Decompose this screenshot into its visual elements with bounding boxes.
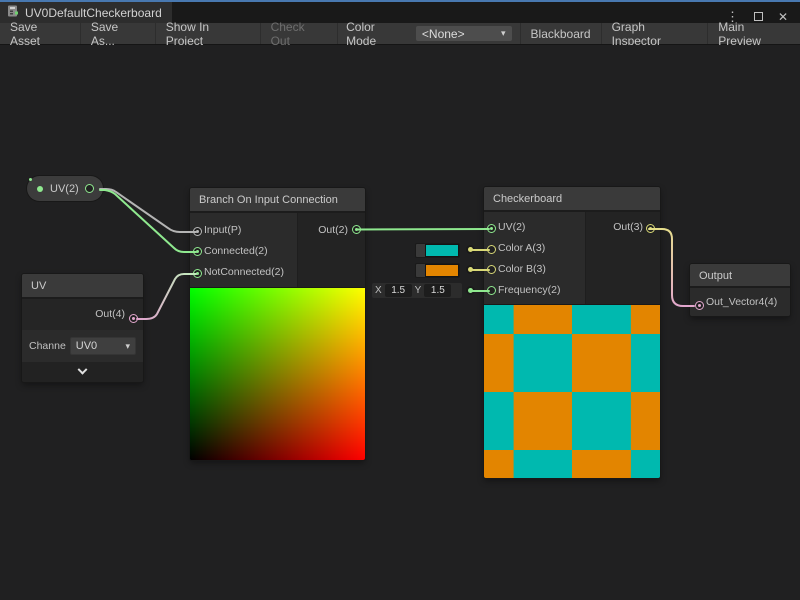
main-preview-button[interactable]: Main Preview — [707, 23, 800, 44]
color-mode-value: <None> — [422, 27, 465, 41]
checkerboard-node[interactable]: Checkerboard UV(2) Color A(3) Color B(3)… — [484, 187, 660, 478]
uv2-pill-label: UV(2) — [50, 183, 79, 195]
check-out-button[interactable]: Check Out — [261, 23, 339, 44]
graph-toolbar: Save Asset Save As... Show In Project Ch… — [0, 23, 800, 45]
uv-node[interactable]: UV Out(4) Channe UV0 ▾ — [22, 274, 143, 382]
uv2-pill-output-port[interactable] — [85, 184, 94, 193]
uv-collapse-button[interactable] — [22, 362, 143, 382]
checkerboard-inputs: UV(2) Color A(3) Color B(3) Frequency(2) — [484, 212, 586, 304]
branch-node-body: Input(P) Connected(2) NotConnected(2) Ou… — [190, 213, 365, 287]
frequency-y-field[interactable]: 1.5 — [424, 284, 451, 297]
checkerboard-input-row: Color A(3) — [484, 238, 585, 259]
uv-channel-label: Channe — [29, 340, 66, 352]
color-mode-dropdown[interactable]: <None> ▾ — [416, 26, 512, 41]
checkerboard-input-row: Color B(3) — [484, 259, 585, 280]
graph-canvas[interactable]: UV(2) Branch On Input Connection Input(P… — [0, 45, 800, 600]
frequency-x-field[interactable]: 1.5 — [385, 284, 412, 297]
wire-branch-to-checkerboard[interactable] — [357, 229, 489, 230]
uv-node-output-label: Out(4) — [22, 299, 143, 330]
checkerboard-input-row: UV(2) — [484, 217, 585, 238]
color-mode-label: Color Mode — [338, 23, 416, 44]
uv-channel-value: UV0 — [76, 340, 97, 352]
frequency-widget: X 1.5 Y 1.5 — [372, 283, 462, 298]
uv-channel-dropdown[interactable]: UV0 ▾ — [70, 337, 136, 355]
branch-node[interactable]: Branch On Input Connection Input(P) Conn… — [190, 188, 365, 460]
output-node[interactable]: Output Out_Vector4(4) — [690, 264, 790, 316]
branch-input-row: Connected(2) — [190, 241, 297, 262]
output-vector4-port[interactable] — [695, 301, 704, 310]
uv-channel-row: Channe UV0 ▾ — [22, 330, 143, 362]
blackboard-button[interactable]: Blackboard — [520, 23, 601, 44]
graph-inspector-button[interactable]: Graph Inspector — [601, 23, 708, 44]
show-in-project-button[interactable]: Show In Project — [156, 23, 261, 44]
checkerboard-preview — [484, 304, 660, 478]
branch-input-row: Input(P) — [190, 220, 297, 241]
shader-graph-icon — [7, 5, 20, 21]
toolbar-right-group: Color Mode <None> ▾ Blackboard Graph Ins… — [338, 23, 800, 44]
output-node-title[interactable]: Output — [690, 264, 790, 288]
pill-type-dot-icon — [37, 186, 43, 192]
chevron-down-icon: ▾ — [501, 28, 506, 39]
frequency-y-label: Y — [415, 285, 422, 296]
save-asset-button[interactable]: Save Asset — [0, 23, 81, 44]
colora-swatch[interactable] — [425, 244, 459, 257]
branch-input-row: NotConnected(2) — [190, 262, 297, 283]
branch-uv-preview — [190, 287, 365, 460]
chevron-down-icon: ▾ — [125, 341, 130, 352]
checkerboard-node-title[interactable]: Checkerboard — [484, 187, 660, 212]
save-as-button[interactable]: Save As... — [81, 23, 156, 44]
colorb-swatch-widget[interactable] — [415, 263, 460, 278]
branch-inputs: Input(P) Connected(2) NotConnected(2) — [190, 213, 298, 287]
tab-title: UV0DefaultCheckerboard — [25, 6, 162, 20]
uv2-pill-node[interactable]: UV(2) — [27, 176, 103, 201]
output-port-label: Out_Vector4(4) — [690, 288, 790, 316]
frequency-x-label: X — [375, 285, 382, 296]
wire-uvpill-to-connected[interactable] — [100, 190, 196, 252]
colora-swatch-widget[interactable] — [415, 243, 460, 258]
colorb-swatch[interactable] — [425, 264, 459, 277]
checkerboard-node-body: UV(2) Color A(3) Color B(3) Frequency(2)… — [484, 212, 660, 304]
wire-uvnode-to-notconnected[interactable] — [137, 274, 196, 319]
branch-node-title[interactable]: Branch On Input Connection — [190, 188, 365, 213]
checkerboard-input-row: Frequency(2) — [484, 280, 585, 301]
chevron-down-icon — [78, 364, 88, 374]
uv-node-title[interactable]: UV — [22, 274, 143, 299]
